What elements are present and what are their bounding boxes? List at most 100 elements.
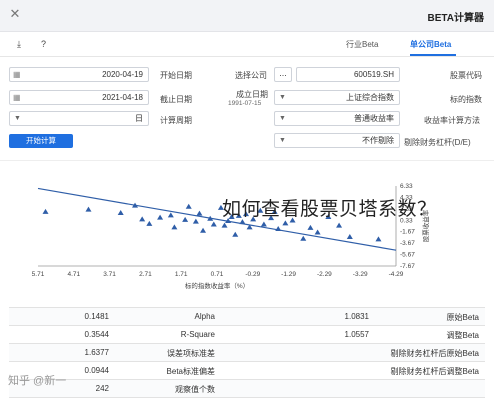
close-icon[interactable]: ✕ bbox=[7, 6, 23, 22]
stock-code-value: 600519.SH bbox=[353, 70, 394, 79]
x-axis-label: 标的指数收益率（%） bbox=[185, 281, 249, 290]
table-row: 剔除财务杠杆后调整Beta Beta标准偏差 0.0944 bbox=[9, 362, 485, 380]
scatter-point bbox=[139, 216, 146, 222]
chevron-down-icon: ▼ bbox=[279, 115, 286, 122]
tax-adjust-label: 剔除财务杠杆(D/E) bbox=[404, 138, 471, 147]
section-divider bbox=[0, 160, 494, 161]
stock-code-label: 股票代码 bbox=[450, 71, 482, 80]
end-date-value: 2021-04-18 bbox=[102, 93, 143, 102]
download-icon[interactable]: ⤓ bbox=[17, 39, 21, 50]
start-date-value: 2020-04-19 bbox=[102, 70, 143, 79]
period-value: 日 bbox=[135, 114, 143, 123]
start-date-label: 开始日期 bbox=[160, 71, 192, 80]
result-key: 原始Beta bbox=[446, 313, 479, 322]
active-tab-indicator bbox=[410, 54, 456, 56]
scatter-point bbox=[314, 229, 321, 235]
start-date-input[interactable]: ▦ 2020-04-19 bbox=[9, 67, 149, 82]
tab-bar: ⤓ ? 行业Beta 单公司Beta bbox=[0, 33, 494, 57]
scatter-point bbox=[182, 216, 189, 222]
result-value: 1.6377 bbox=[84, 348, 109, 357]
scatter-point bbox=[300, 235, 307, 241]
watermark: 知乎 @新一 bbox=[8, 375, 67, 387]
scatter-point bbox=[117, 210, 124, 216]
return-calc-label: 收益率计算方法 bbox=[424, 116, 480, 125]
scatter-point bbox=[232, 231, 239, 237]
period-label: 计算周期 bbox=[160, 116, 192, 125]
scatter-point bbox=[167, 212, 174, 218]
x-tick-label: 0.71 bbox=[211, 271, 224, 278]
chevron-down-icon: ▼ bbox=[14, 115, 21, 122]
scatter-point bbox=[346, 234, 353, 240]
period-select[interactable]: ▼ 日 bbox=[9, 111, 149, 126]
result-value: 1.0831 bbox=[344, 312, 369, 321]
result-value: 0.0944 bbox=[84, 366, 109, 375]
result-value: 0.1481 bbox=[84, 312, 109, 321]
calendar-icon[interactable]: ▦ bbox=[13, 91, 21, 104]
tab-single-company-beta[interactable]: 单公司Beta bbox=[410, 39, 451, 50]
benchmark-value: 上证综合指数 bbox=[346, 93, 394, 102]
result-key: Beta标准偏差 bbox=[166, 367, 215, 376]
scatter-point bbox=[171, 224, 178, 230]
y-tick-label: -3.67 bbox=[400, 240, 415, 247]
x-tick-label: -0.29 bbox=[245, 271, 260, 278]
x-tick-label: -2.29 bbox=[317, 271, 332, 278]
title-bar: ✕ BETA计算器 bbox=[0, 0, 494, 32]
benchmark-select[interactable]: ▼ 上证综合指数 bbox=[274, 90, 400, 105]
table-row: 调整Beta 1.0557 R-Square 0.3544 bbox=[9, 326, 485, 344]
results-table: 原始Beta 1.0831 Alpha 0.1481 调整Beta 1.0557… bbox=[9, 307, 485, 398]
x-tick-label: -3.29 bbox=[353, 271, 368, 278]
tax-adjust-value: 不作剔除 bbox=[362, 136, 394, 145]
y-tick-label: 6.33 bbox=[400, 183, 413, 190]
scatter-point bbox=[210, 221, 217, 227]
result-key: 误差项标准差 bbox=[167, 349, 215, 358]
table-row: 观察值个数 242 bbox=[9, 380, 485, 398]
scatter-point bbox=[336, 222, 343, 228]
x-tick-label: -4.29 bbox=[389, 271, 404, 278]
overlay-caption: 如何查看股票贝塔系数？ bbox=[222, 199, 437, 220]
scatter-point bbox=[146, 220, 153, 226]
scatter-point bbox=[307, 224, 314, 230]
scatter-point bbox=[200, 227, 207, 233]
scatter-point bbox=[196, 210, 203, 216]
x-tick-label: 4.71 bbox=[67, 271, 80, 278]
stock-code-input[interactable]: 600519.SH bbox=[296, 67, 400, 82]
listed-date-label: 成立日期 bbox=[236, 90, 268, 99]
result-value: 242 bbox=[95, 384, 109, 393]
start-calc-button[interactable]: 开始计算 bbox=[9, 134, 73, 148]
listed-date-value: 1991-07-15 bbox=[228, 100, 262, 107]
result-key: 剔除财务杠杆后原始Beta bbox=[390, 349, 479, 358]
x-tick-label: 3.71 bbox=[103, 271, 116, 278]
result-key: 调整Beta bbox=[446, 331, 479, 340]
result-value: 0.3544 bbox=[84, 330, 109, 339]
benchmark-label: 标的指数 bbox=[450, 95, 482, 104]
end-date-label: 截止日期 bbox=[160, 95, 192, 104]
table-row: 剔除财务杠杆后原始Beta 误差项标准差 1.6377 bbox=[9, 344, 485, 362]
x-tick-label: 1.71 bbox=[175, 271, 188, 278]
scatter-point bbox=[282, 220, 289, 226]
scatter-point bbox=[375, 236, 382, 242]
select-company-label: 选择公司 bbox=[235, 71, 267, 80]
scatter-point bbox=[260, 221, 267, 227]
calendar-icon[interactable]: ▦ bbox=[13, 68, 21, 81]
result-key: Alpha bbox=[194, 312, 215, 321]
select-company-button[interactable]: ... bbox=[274, 67, 292, 82]
tab-industry-beta[interactable]: 行业Beta bbox=[346, 39, 378, 50]
help-icon[interactable]: ? bbox=[41, 39, 46, 49]
chevron-down-icon: ▼ bbox=[279, 94, 286, 101]
scatter-point bbox=[85, 206, 92, 212]
result-key: 观察值个数 bbox=[175, 385, 215, 394]
return-calc-select[interactable]: ▼ 普通收益率 bbox=[274, 111, 400, 126]
table-row: 原始Beta 1.0831 Alpha 0.1481 bbox=[9, 308, 485, 326]
y-tick-label: -1.67 bbox=[400, 229, 415, 236]
x-tick-label: 2.71 bbox=[139, 271, 152, 278]
x-tick-label: 5.71 bbox=[32, 271, 45, 278]
chevron-down-icon: ▼ bbox=[279, 137, 286, 144]
scatter-point bbox=[221, 222, 228, 228]
window-title: BETA计算器 bbox=[427, 13, 484, 24]
return-calc-value: 普通收益率 bbox=[354, 114, 394, 123]
y-tick-label: -5.67 bbox=[400, 252, 415, 259]
x-tick-label: -1.29 bbox=[281, 271, 296, 278]
scatter-point bbox=[185, 203, 192, 209]
tax-adjust-select[interactable]: ▼ 不作剔除 bbox=[274, 133, 400, 148]
end-date-input[interactable]: ▦ 2021-04-18 bbox=[9, 90, 149, 105]
